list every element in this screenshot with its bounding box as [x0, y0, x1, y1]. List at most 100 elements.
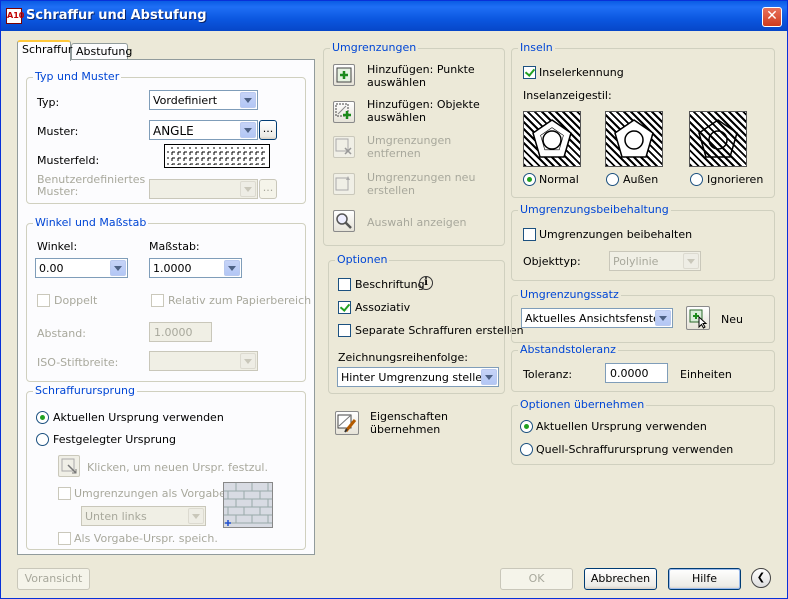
chevron-down-icon[interactable] [224, 260, 240, 276]
group-winkel-und-massstab: Winkel und Maßstab Winkel: 0.00 Maßstab:… [26, 216, 311, 382]
add-objects-line2: auswählen [367, 111, 426, 124]
chevron-down-icon[interactable] [240, 122, 256, 138]
group-title: Umgrenzungssatz [518, 288, 621, 301]
inherit-properties-button[interactable] [335, 411, 359, 435]
assoziativ-label[interactable]: Assoziativ [355, 301, 410, 314]
assoziativ-checkbox[interactable] [338, 301, 351, 314]
island-normal-preview-icon[interactable] [523, 111, 581, 167]
reihenfolge-dropdown[interactable]: Hinter Umgrenzung stellen [337, 367, 499, 387]
iso-dropdown [149, 351, 258, 371]
collapse-arrow-icon[interactable]: ❮ [751, 568, 771, 588]
abbrechen-button[interactable]: Abbrechen [584, 568, 657, 590]
aktuellen-ursprung-radio[interactable] [520, 420, 533, 433]
new-boundary-set-button[interactable] [686, 306, 710, 330]
normal-radio[interactable] [523, 173, 536, 186]
window-title: Schraffur und Abstufung [26, 8, 207, 23]
add-objects-button[interactable] [333, 101, 355, 123]
reihenfolge-label: Zeichnungsreihenfolge: [338, 351, 468, 364]
chevron-down-icon [240, 181, 256, 197]
group-title: Optionen [335, 253, 390, 266]
pick-point-icon [61, 458, 77, 474]
chevron-down-icon[interactable] [481, 369, 497, 385]
beschriftung-checkbox[interactable] [338, 278, 351, 291]
festgelegter-ursprung-radio[interactable] [36, 433, 49, 446]
winkel-dropdown[interactable]: 0.00 [35, 258, 128, 278]
origin-preview-icon [223, 482, 273, 528]
toleranz-input[interactable]: 0.0000 [605, 363, 668, 383]
benutzer-muster-dropdown [149, 179, 258, 199]
muster-dropdown[interactable]: ANGLE [149, 120, 258, 140]
remove-boundaries-label: Umgrenzungen entfernen [367, 134, 451, 160]
group-title: Umgrenzungsbeibehaltung [518, 203, 671, 216]
separate-checkbox[interactable] [338, 324, 351, 337]
magnifier-icon [336, 213, 352, 229]
massstab-value: 1.0000 [153, 262, 192, 275]
winkel-value: 0.00 [39, 262, 64, 275]
aktuellen-ursprung-label[interactable]: Aktuellen Ursprung verwenden [536, 420, 707, 433]
normal-label[interactable]: Normal [539, 173, 579, 186]
voransicht-button[interactable]: Voransicht [17, 568, 90, 590]
chevron-down-icon[interactable] [240, 92, 256, 108]
chevron-down-icon [188, 508, 204, 524]
pick-origin-button [58, 455, 80, 477]
recreate-boundary-button [333, 173, 355, 195]
beschriftung-label[interactable]: Beschriftung [355, 278, 425, 291]
hilfe-button[interactable]: Hilfe [668, 568, 741, 590]
inselerkennung-label[interactable]: Inselerkennung [539, 66, 624, 79]
beibehalten-checkbox[interactable] [523, 228, 536, 241]
title-bar[interactable]: A10 Schraffur und Abstufung ✕ [1, 1, 787, 31]
inherit-properties-label[interactable]: Eigenschaften übernehmen [370, 410, 448, 436]
objekttyp-dropdown: Polylinie [609, 251, 701, 271]
ok-button[interactable]: OK [500, 568, 573, 590]
muster-browse-button[interactable]: ... [259, 120, 277, 140]
add-points-button[interactable] [333, 64, 355, 86]
typ-dropdown[interactable]: Vordefiniert [149, 90, 258, 110]
umgrenzungssatz-dropdown[interactable]: Aktuelles Ansichtsfenster [521, 308, 673, 328]
quell-ursprung-radio[interactable] [520, 443, 533, 456]
pentagon-ignore-icon [698, 119, 738, 158]
autocad-app-icon: A10 [6, 8, 24, 24]
aussen-radio[interactable] [606, 173, 619, 186]
add-objects-label[interactable]: Hinzufügen: Objekte auswählen [367, 98, 480, 124]
island-ignore-preview-icon[interactable] [689, 111, 747, 167]
add-points-line1: Hinzufügen: Punkte [367, 63, 475, 76]
aktueller-ursprung-radio[interactable] [36, 411, 49, 424]
chevron-down-icon [683, 253, 699, 269]
schraffur-tab-panel: Typ und Muster Typ: Vordefiniert Muster:… [17, 59, 315, 555]
relativ-label: Relativ zum Papierbereich [168, 294, 312, 307]
inselerkennung-checkbox[interactable] [523, 66, 536, 79]
tab-schraffur[interactable]: Schraffur [17, 40, 72, 61]
aussen-label[interactable]: Außen [623, 173, 658, 186]
group-abstandstoleranz: Abstandstoleranz Toleranz: 0.0000 Einhei… [511, 343, 775, 392]
ursprung-position-dropdown: Unten links [81, 506, 206, 526]
ignorieren-radio[interactable] [690, 173, 703, 186]
als-vorgabe-checkbox [58, 532, 71, 545]
aktueller-ursprung-label[interactable]: Aktuellen Ursprung verwenden [53, 411, 224, 424]
chevron-down-icon [240, 353, 256, 369]
inherit-properties-icon [337, 414, 357, 433]
view-selections-button[interactable] [333, 210, 355, 232]
toleranz-value: 0.0000 [610, 367, 649, 380]
chevron-down-icon[interactable] [655, 310, 671, 326]
add-points-label[interactable]: Hinzufügen: Punkte auswählen [367, 63, 475, 89]
musterfeld-swatch[interactable] [164, 144, 270, 168]
island-outer-preview-icon[interactable] [605, 111, 663, 167]
close-button[interactable]: ✕ [762, 7, 782, 27]
inherit-line2: übernehmen [370, 423, 441, 436]
benutzer-muster-label: Benutzerdefiniertes Muster: [37, 174, 145, 198]
massstab-dropdown[interactable]: 1.0000 [149, 258, 242, 278]
group-umgrenzungsbeibehaltung: Umgrenzungsbeibehaltung Umgrenzungen bei… [511, 203, 775, 281]
festgelegter-ursprung-label[interactable]: Festgelegter Ursprung [53, 433, 176, 446]
separate-label[interactable]: Separate Schraffuren erstellen [355, 324, 524, 337]
ignorieren-label[interactable]: Ignorieren [707, 173, 763, 186]
info-icon[interactable]: i [419, 276, 433, 290]
chevron-down-icon[interactable] [110, 260, 126, 276]
quell-ursprung-label[interactable]: Quell-Schraffurursprung verwenden [536, 443, 733, 456]
group-typ-und-muster: Typ und Muster Typ: Vordefiniert Muster:… [26, 70, 306, 204]
group-umgrenzungen: Umgrenzungen Hinzufügen: Punkte auswählen… [323, 41, 505, 246]
doppelt-label: Doppelt [54, 294, 98, 307]
beibehalten-label[interactable]: Umgrenzungen beibehalten [539, 228, 692, 241]
ursprung-position-value: Unten links [85, 510, 147, 523]
recreate-line2: erstellen [367, 184, 415, 197]
typ-label: Typ: [37, 96, 60, 109]
